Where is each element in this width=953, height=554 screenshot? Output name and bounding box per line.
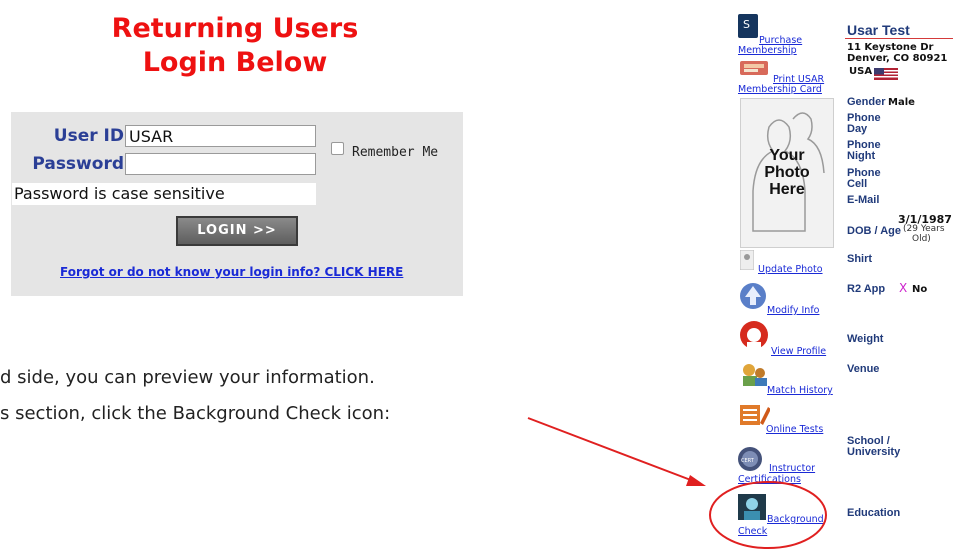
remember-me-checkbox[interactable] xyxy=(331,142,344,155)
update-photo-icon[interactable] xyxy=(739,249,755,275)
photo-placeholder: Your Photo Here xyxy=(740,98,834,248)
update-photo-link[interactable]: Update Photo xyxy=(758,264,823,275)
purchase-membership-icon[interactable]: S xyxy=(738,14,758,43)
arrow-head xyxy=(686,475,706,486)
svg-text:CERT: CERT xyxy=(741,458,755,464)
country: USA xyxy=(849,66,873,77)
school-label: School / University xyxy=(847,436,900,458)
age-line1: (29 Years xyxy=(903,224,945,234)
view-profile-link[interactable]: View Profile xyxy=(771,346,826,357)
photo-text-line1: Your xyxy=(769,147,805,164)
venue-label: Venue xyxy=(847,363,880,375)
modify-info-link[interactable]: Modify Info xyxy=(767,305,819,316)
age-line2: Old) xyxy=(912,234,931,244)
phone-night-label: Phone Night xyxy=(847,140,881,162)
match-history-icon[interactable] xyxy=(739,362,769,393)
purchase-link-line2[interactable]: Membership xyxy=(738,45,797,56)
address-line2: Denver, CO 80921 xyxy=(847,53,948,64)
education-label: Education xyxy=(847,507,901,519)
certified-badge-icon[interactable]: CERT xyxy=(737,446,767,477)
remember-me-label: Remember Me xyxy=(352,145,439,160)
weight-label: Weight xyxy=(847,333,884,345)
shirt-label: Shirt xyxy=(847,253,873,265)
password-input[interactable] xyxy=(125,153,316,175)
user-id-label: User ID xyxy=(53,126,124,146)
membership-card-icon[interactable] xyxy=(740,59,770,82)
name-divider xyxy=(845,38,953,39)
user-id-input[interactable]: USAR xyxy=(125,125,316,147)
returning-users-heading: Returning Users Login Below xyxy=(40,12,430,80)
r2-app-label: R2 App xyxy=(847,283,886,295)
instruction-line-2: s section, click the Background Check ic… xyxy=(0,403,391,424)
phone-day-label: Phone Day xyxy=(847,113,881,135)
r2-app-x-mark: X xyxy=(899,281,908,295)
gender-value: Male xyxy=(888,97,915,108)
profile-name: Usar Test xyxy=(847,22,910,38)
match-history-link[interactable]: Match History xyxy=(767,385,833,396)
school-l2: University xyxy=(847,446,901,458)
photo-text-line3: Here xyxy=(769,181,805,198)
online-tests-link[interactable]: Online Tests xyxy=(766,424,823,435)
photo-text-line2: Photo xyxy=(764,164,810,181)
phone-day-l2: Day xyxy=(847,123,868,135)
modify-info-icon[interactable] xyxy=(738,282,768,315)
r2-app-value: No xyxy=(912,284,928,295)
phone-cell-label: Phone Cell xyxy=(847,168,881,190)
us-flag-icon xyxy=(874,67,898,85)
instruction-line-1: d side, you can preview your information… xyxy=(0,367,375,388)
svg-text:S: S xyxy=(743,18,750,31)
print-card-line2[interactable]: Membership Card xyxy=(738,84,822,95)
phone-night-l2: Night xyxy=(847,150,876,162)
password-label: Password xyxy=(32,154,124,174)
heading-line-2: Login Below xyxy=(142,47,328,78)
instructor-link-line1[interactable]: Instructor xyxy=(769,463,815,474)
login-button[interactable]: LOGIN >> xyxy=(176,216,298,246)
heading-line-1: Returning Users xyxy=(111,13,359,44)
email-label: E-Mail xyxy=(847,194,880,206)
forgot-login-link[interactable]: Forgot or do not know your login info? C… xyxy=(60,265,403,279)
phone-cell-l2: Cell xyxy=(847,178,868,190)
gender-label: Gender xyxy=(847,96,886,108)
arrow-line xyxy=(527,417,697,483)
dob-age-label: DOB / Age xyxy=(847,225,901,237)
password-hint: Password is case sensitive xyxy=(12,183,316,205)
view-profile-icon[interactable] xyxy=(737,320,771,359)
pointer-arrow xyxy=(527,417,706,486)
highlight-circle xyxy=(709,481,827,549)
